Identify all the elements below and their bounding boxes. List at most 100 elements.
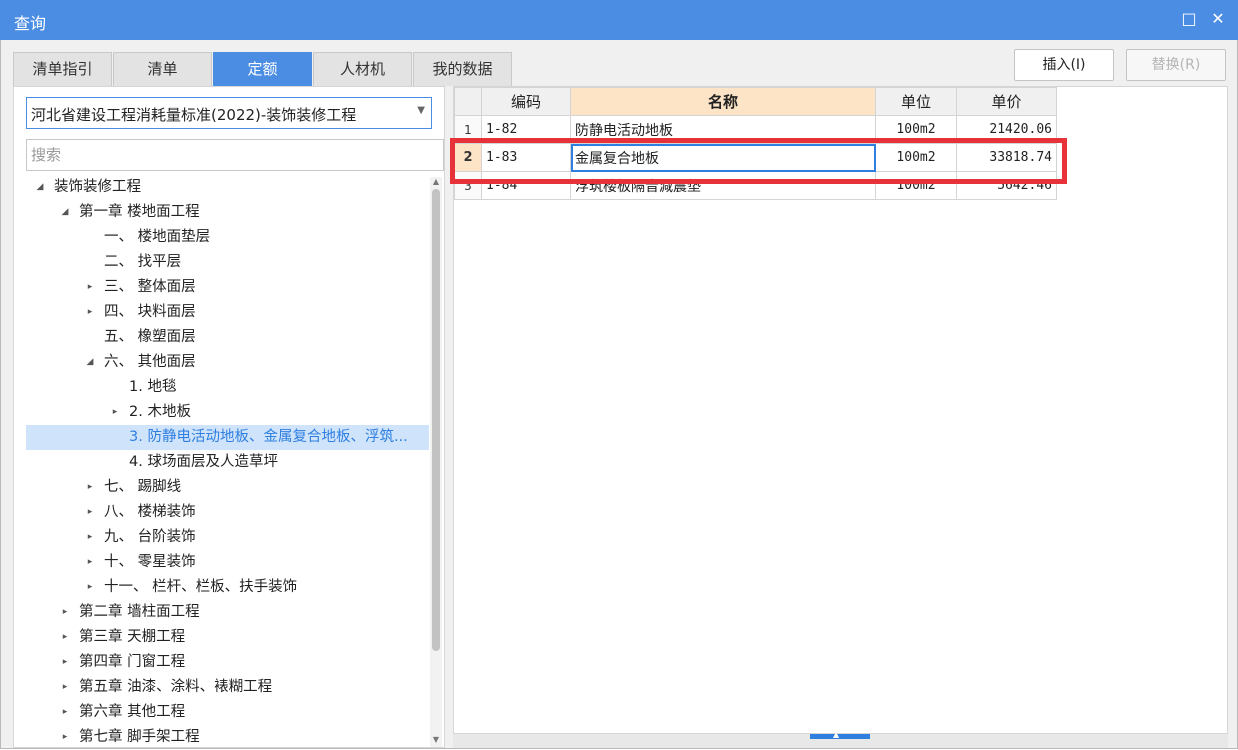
insert-button[interactable]: 插入(I) — [1014, 49, 1114, 81]
tree-item[interactable]: ▸ 第四章 门窗工程 — [26, 650, 429, 675]
tab-my-data[interactable]: 我的数据 — [413, 52, 512, 86]
tree-item[interactable]: ▸ 七、 踢脚线 — [26, 475, 429, 500]
cell-unit[interactable]: 100m2 — [875, 115, 957, 144]
tree-item[interactable]: ▸ 十一、 栏杆、栏板、扶手装饰 — [26, 575, 429, 600]
column-header-code[interactable]: 编码 — [481, 87, 571, 116]
scroll-up-icon[interactable]: ▲ — [430, 177, 442, 186]
chevron-down-icon: ▼ — [417, 105, 425, 116]
close-icon[interactable]: ✕ — [1208, 9, 1228, 29]
tab-quota[interactable]: 定额 — [213, 52, 312, 86]
tree-item-label: 4. 球场面层及人造草坪 — [129, 454, 278, 470]
tree-item-label: 二、 找平层 — [104, 254, 182, 270]
expand-icon[interactable]: ▸ — [59, 700, 71, 725]
expand-icon[interactable]: ▸ — [59, 625, 71, 650]
expand-icon[interactable]: ▸ — [84, 550, 96, 575]
library-select[interactable]: 河北省建设工程消耗量标准(2022)-装饰装修工程 ▼ — [26, 97, 432, 129]
table-row[interactable]: 3 1-84 浮筑楼板隔音減震垫 100m2 5642.46 — [454, 171, 1057, 200]
cell-name[interactable]: 防静电活动地板 — [570, 115, 876, 144]
tree-item[interactable]: ▸ 四、 块料面层 — [26, 300, 429, 325]
tree-item-label: 第六章 其他工程 — [79, 704, 186, 720]
tree-item-label: 八、 楼梯装饰 — [104, 504, 196, 520]
expand-icon[interactable]: ▸ — [84, 300, 96, 325]
collapse-icon[interactable]: ◢ — [59, 200, 71, 225]
tree-item-label: 2. 木地板 — [129, 404, 191, 420]
expand-icon[interactable]: ▸ — [84, 275, 96, 300]
tree-item[interactable]: ◢ 六、 其他面层 — [26, 350, 429, 375]
expand-icon[interactable]: ▸ — [59, 675, 71, 700]
tree-item-selected[interactable]: 3. 防静电活动地板、金属复合地板、浮筑... — [26, 425, 429, 450]
cell-price[interactable]: 5642.46 — [956, 171, 1057, 200]
expand-icon[interactable]: ▸ — [59, 725, 71, 747]
window-title: 查询 — [14, 14, 47, 33]
tree-item-label: 第三章 天棚工程 — [79, 629, 186, 645]
expand-icon[interactable]: ▸ — [59, 600, 71, 625]
tree-item-label: 第一章 楼地面工程 — [79, 204, 200, 220]
scrollbar-thumb[interactable] — [432, 189, 440, 651]
tree-item[interactable]: ▸ 三、 整体面层 — [26, 275, 429, 300]
tab-bill-guide[interactable]: 清单指引 — [13, 52, 112, 86]
cell-code[interactable]: 1-84 — [481, 171, 571, 200]
dialog-body: 清单指引 清单 定额 人材机 我的数据 插入(I) 替换(R) 河北省建设工程消… — [0, 40, 1238, 749]
tree-item-label: 第七章 脚手架工程 — [79, 729, 200, 745]
tree-item[interactable]: ▸ 第二章 墙柱面工程 — [26, 600, 429, 625]
tree-item-label: 五、 橡塑面层 — [104, 329, 196, 345]
cell-unit[interactable]: 100m2 — [875, 171, 957, 200]
expand-icon[interactable]: ▸ — [84, 500, 96, 525]
column-header-name[interactable]: 名称 — [570, 87, 876, 116]
replace-button[interactable]: 替换(R) — [1126, 49, 1226, 81]
expand-icon[interactable]: ▸ — [84, 525, 96, 550]
column-header-price[interactable]: 单价 — [956, 87, 1057, 116]
tree-item-label: 3. 防静电活动地板、金属复合地板、浮筑... — [129, 429, 408, 445]
tree-item-label: 九、 台阶装饰 — [104, 529, 196, 545]
cell-price[interactable]: 33818.74 — [956, 143, 1057, 172]
tab-labor-material-machine[interactable]: 人材机 — [313, 52, 412, 86]
tree-item[interactable]: ▸ 十、 零星装饰 — [26, 550, 429, 575]
row-number: 3 — [454, 171, 482, 200]
tree-item[interactable]: ▸ 第七章 脚手架工程 — [26, 725, 429, 747]
quota-table-pane: 编码 名称 单位 单价 1 1-82 防静电活动地板 100m2 21420.0… — [453, 86, 1228, 734]
expand-icon[interactable]: ▸ — [59, 650, 71, 675]
tree-item[interactable]: 1. 地毯 — [26, 375, 429, 400]
maximize-icon[interactable]: □ — [1179, 9, 1199, 29]
tree-item-label: 十、 零星装饰 — [104, 554, 196, 570]
cell-name[interactable]: 金属复合地板 — [570, 143, 876, 172]
tree-item[interactable]: 一、 楼地面垫层 — [26, 225, 429, 250]
expand-icon[interactable]: ▸ — [84, 575, 96, 600]
tree-item[interactable]: ▸ 第三章 天棚工程 — [26, 625, 429, 650]
column-header-unit[interactable]: 单位 — [875, 87, 957, 116]
collapse-icon[interactable]: ◢ — [84, 350, 96, 375]
table-header-row: 编码 名称 单位 单价 — [454, 87, 1057, 116]
tree-item[interactable]: ▸ 九、 台阶装饰 — [26, 525, 429, 550]
tree-item[interactable]: ▸ 第五章 油漆、涂料、裱糊工程 — [26, 675, 429, 700]
expand-icon[interactable]: ▸ — [109, 400, 121, 425]
row-number: 1 — [454, 115, 482, 144]
tree-item[interactable]: ◢ 装饰装修工程 — [26, 175, 429, 200]
tree-item-label: 七、 踢脚线 — [104, 479, 182, 495]
tree-item-label: 第四章 门窗工程 — [79, 654, 186, 670]
table-row[interactable]: 1 1-82 防静电活动地板 100m2 21420.06 — [454, 115, 1057, 144]
tree-item-label: 第五章 油漆、涂料、裱糊工程 — [79, 679, 273, 695]
table-scrollbar[interactable]: ▲ — [453, 730, 1228, 748]
scroll-down-icon[interactable]: ▼ — [430, 735, 442, 744]
tree-item[interactable]: 二、 找平层 — [26, 250, 429, 275]
cell-price[interactable]: 21420.06 — [956, 115, 1057, 144]
table-row-current[interactable]: 2 1-83 金属复合地板 100m2 33818.74 — [454, 143, 1057, 172]
tree-item[interactable]: ◢ 第一章 楼地面工程 — [26, 200, 429, 225]
cell-name[interactable]: 浮筑楼板隔音減震垫 — [570, 171, 876, 200]
expand-icon[interactable]: ▸ — [84, 475, 96, 500]
row-number: 2 — [454, 143, 482, 172]
cell-code[interactable]: 1-83 — [481, 143, 571, 172]
search-input[interactable] — [26, 139, 444, 171]
tree-item[interactable]: 五、 橡塑面层 — [26, 325, 429, 350]
chevron-up-icon[interactable]: ▲ — [833, 730, 839, 739]
tree-item[interactable]: ▸ 2. 木地板 — [26, 400, 429, 425]
collapse-icon[interactable]: ◢ — [34, 175, 46, 200]
cell-unit[interactable]: 100m2 — [875, 143, 957, 172]
tree-item[interactable]: ▸ 八、 楼梯装饰 — [26, 500, 429, 525]
tree-item[interactable]: 4. 球场面层及人造草坪 — [26, 450, 429, 475]
tab-bill[interactable]: 清单 — [113, 52, 212, 86]
cell-code[interactable]: 1-82 — [481, 115, 571, 144]
splitter-handle[interactable] — [810, 734, 870, 739]
tree-scrollbar[interactable]: ▲ ▼ — [430, 177, 442, 747]
tree-item[interactable]: ▸ 第六章 其他工程 — [26, 700, 429, 725]
